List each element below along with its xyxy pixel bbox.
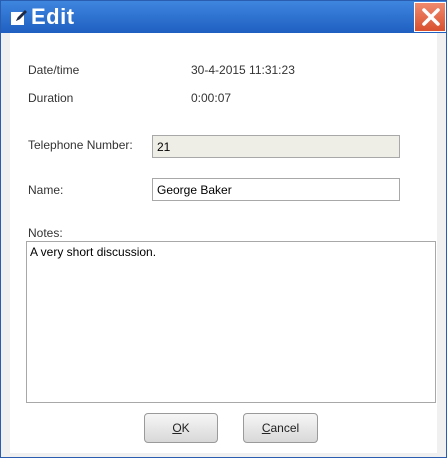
datetime-value: 30-4-2015 11:31:23	[191, 63, 295, 77]
ok-button[interactable]: OK	[144, 413, 218, 443]
name-label: Name:	[28, 183, 64, 197]
duration-value: 0:00:07	[191, 91, 232, 105]
cancel-label-rest: ancel	[270, 421, 300, 435]
telephone-number-label: Telephone Number:	[28, 138, 133, 152]
ok-mnemonic: O	[172, 421, 182, 435]
cancel-button[interactable]: Cancel	[243, 413, 318, 443]
notes-label: Notes:	[28, 226, 63, 240]
edit-pencil-icon	[10, 9, 28, 26]
ok-label-rest: K	[181, 421, 190, 435]
duration-label: Duration	[28, 91, 74, 105]
telephone-number-field[interactable]	[152, 135, 400, 158]
name-field[interactable]	[152, 178, 400, 201]
dialog-title: Edit	[31, 4, 75, 29]
title-bar[interactable]: Edit	[1, 1, 446, 33]
edit-dialog: Edit Date/time 30-4-2015 11:31:23 Durati…	[0, 0, 447, 458]
datetime-label: Date/time	[28, 63, 80, 77]
notes-textarea[interactable]: A very short discussion.	[26, 241, 436, 403]
close-button[interactable]	[414, 2, 446, 32]
